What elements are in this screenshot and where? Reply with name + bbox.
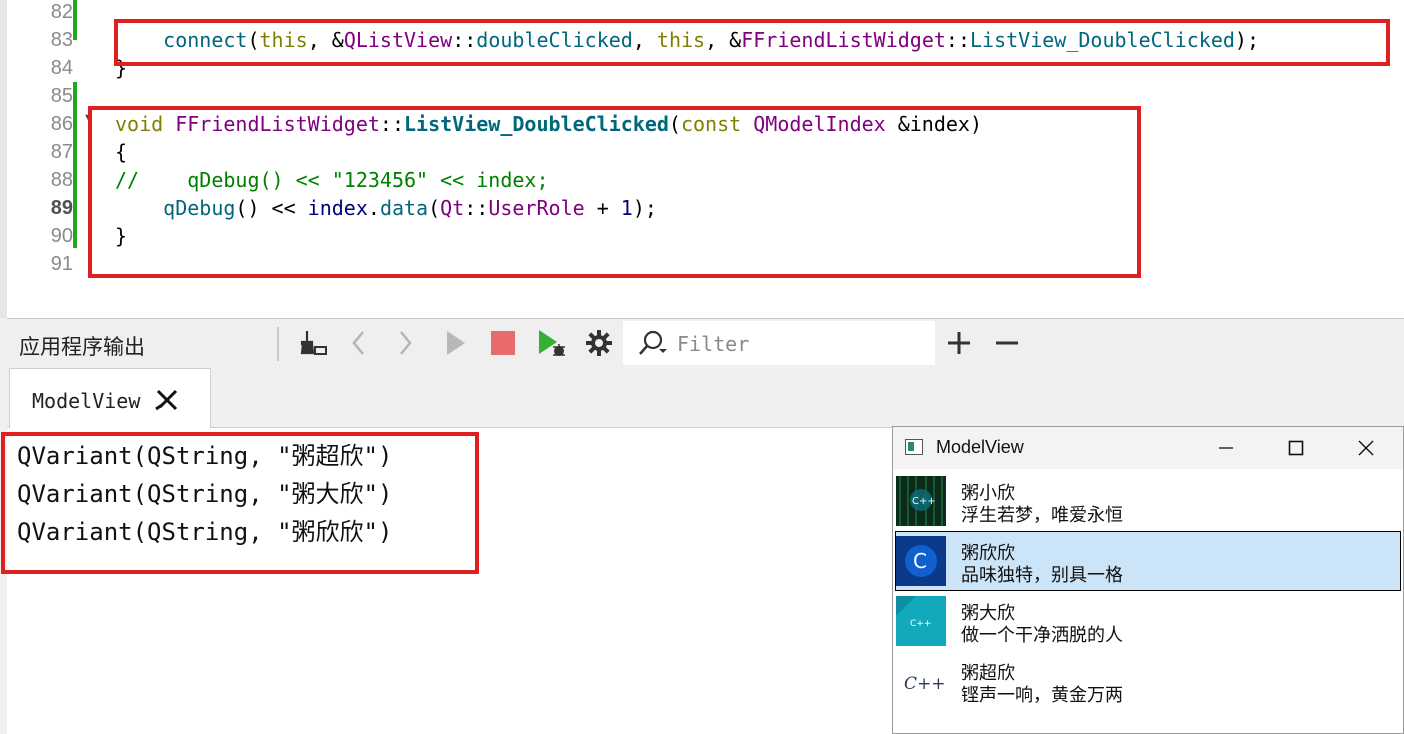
svg-text:C++: C++ bbox=[910, 619, 931, 629]
avatar: C++ bbox=[896, 656, 946, 706]
list-item[interactable]: C++ 粥小欣 浮生若梦，唯爱永恒 bbox=[895, 471, 1401, 531]
item-description: 做一个干净洒脱的人 bbox=[961, 625, 1123, 645]
avatar: C++ bbox=[896, 476, 946, 526]
svg-text:C: C bbox=[913, 549, 927, 573]
filter-placeholder: Filter bbox=[677, 332, 750, 356]
output-tab-bar: ModelView bbox=[7, 368, 1404, 429]
line-number: 83 bbox=[50, 29, 73, 51]
modified-line-marker bbox=[73, 0, 77, 40]
maximize-icon[interactable] bbox=[1261, 427, 1331, 469]
line-number: 87 bbox=[50, 141, 73, 163]
item-description: 浮生若梦，唯爱永恒 bbox=[961, 505, 1123, 525]
output-pane-title: 应用程序输出 bbox=[19, 336, 145, 359]
toolbar-separator bbox=[277, 327, 279, 361]
prev-icon[interactable] bbox=[341, 325, 377, 361]
item-description: 品味独特，别具一格 bbox=[961, 565, 1123, 585]
next-icon[interactable] bbox=[387, 325, 423, 361]
svg-text:C++: C++ bbox=[904, 674, 946, 694]
list-item[interactable]: C++ 粥大欣 做一个干净洒脱的人 bbox=[895, 591, 1401, 651]
list-item[interactable]: C++ 粥超欣 铿声一响，黄金万两 bbox=[895, 651, 1401, 711]
highlight-box-output bbox=[1, 432, 479, 574]
list-item-selected[interactable]: C 粥欣欣 品味独特，别具一格 bbox=[895, 531, 1401, 591]
item-description: 铿声一响，黄金万两 bbox=[961, 685, 1123, 705]
output-toolbar: 应用程序输出 Filter bbox=[7, 318, 1404, 368]
avatar: C bbox=[896, 536, 946, 586]
search-icon bbox=[637, 329, 671, 362]
modified-line-marker bbox=[73, 82, 77, 248]
highlight-box-slot bbox=[88, 106, 1141, 278]
line-number: 88 bbox=[50, 169, 73, 191]
close-icon[interactable] bbox=[154, 387, 180, 418]
highlight-box-connect bbox=[114, 19, 1390, 66]
svg-text:C++: C++ bbox=[912, 496, 936, 507]
line-number: 82 bbox=[50, 1, 73, 23]
line-number: 91 bbox=[50, 253, 73, 275]
settings-icon[interactable] bbox=[581, 325, 617, 361]
debug-icon[interactable] bbox=[533, 325, 569, 361]
add-icon[interactable] bbox=[941, 325, 977, 361]
stop-icon[interactable] bbox=[485, 325, 521, 361]
filter-input[interactable]: Filter bbox=[623, 321, 935, 365]
modelview-window[interactable]: ModelView C++ 粥小欣 浮生若梦，唯爱永恒 C 粥欣欣 品味独特，别… bbox=[892, 426, 1404, 734]
line-number: 85 bbox=[50, 85, 73, 107]
clean-icon[interactable] bbox=[295, 325, 331, 361]
line-number-gutter: 82 83 84 85 86 87 88 89 90 91 ▼ bbox=[7, 0, 94, 318]
line-number: 90 bbox=[50, 225, 73, 247]
friend-list-view[interactable]: C++ 粥小欣 浮生若梦，唯爱永恒 C 粥欣欣 品味独特，别具一格 C++ 粥大… bbox=[895, 471, 1401, 733]
close-window-icon[interactable] bbox=[1331, 427, 1401, 469]
run-icon[interactable] bbox=[437, 325, 473, 361]
remove-icon[interactable] bbox=[989, 325, 1025, 361]
window-title: ModelView bbox=[936, 437, 1024, 457]
app-icon bbox=[905, 439, 923, 455]
line-number: 84 bbox=[50, 57, 73, 79]
line-number: 86 bbox=[50, 113, 73, 135]
current-line-number: 89 bbox=[50, 197, 73, 219]
tab-modelview[interactable]: ModelView bbox=[9, 368, 211, 429]
code-editor[interactable]: 82 83 84 85 86 87 88 89 90 91 ▼ connect(… bbox=[0, 0, 1404, 318]
window-title-bar[interactable]: ModelView bbox=[893, 427, 1403, 469]
avatar: C++ bbox=[896, 596, 946, 646]
tab-label: ModelView bbox=[32, 389, 141, 413]
minimize-icon[interactable] bbox=[1191, 427, 1261, 469]
